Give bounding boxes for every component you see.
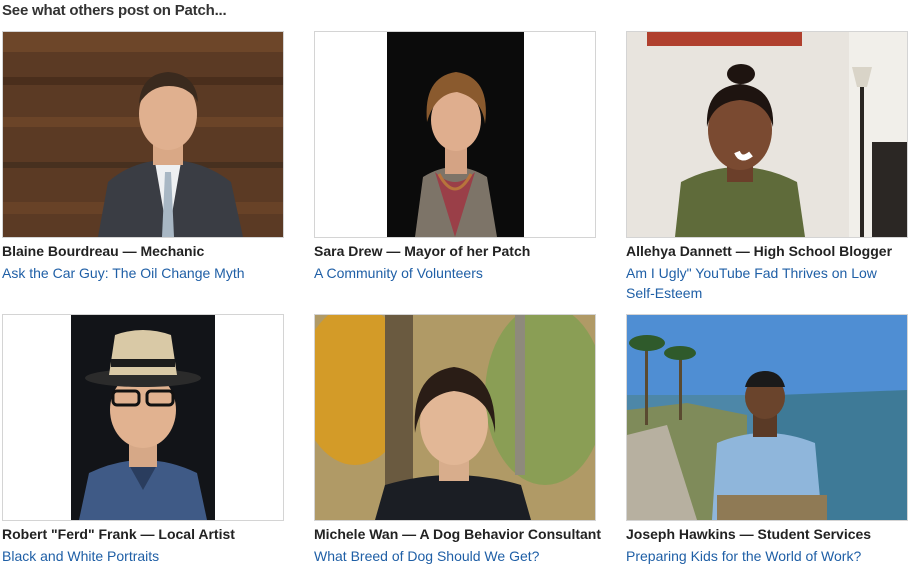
- smiling-girl-photo[interactable]: [627, 32, 907, 237]
- author-caption: Blaine Bourdreau — Mechanic: [2, 243, 205, 259]
- photo-frame[interactable]: [626, 31, 908, 238]
- section-heading: See what others post on Patch...: [2, 2, 227, 19]
- post-link[interactable]: Am I Ugly" YouTube Fad Thrives on Low Se…: [626, 263, 902, 303]
- post-link[interactable]: A Community of Volunteers: [314, 263, 590, 283]
- photo-frame[interactable]: [2, 314, 284, 521]
- man-in-suit-photo[interactable]: [3, 32, 283, 237]
- author-caption: Robert "Ferd" Frank — Local Artist: [2, 526, 235, 542]
- author-caption: Allehya Dannett — High School Blogger: [626, 243, 893, 259]
- author-caption: Michele Wan — A Dog Behavior Consultant: [314, 526, 602, 542]
- photo-frame[interactable]: [626, 314, 908, 521]
- post-link[interactable]: Preparing Kids for the World of Work?: [626, 546, 902, 566]
- photo-frame[interactable]: [2, 31, 284, 238]
- woman-black-background-photo[interactable]: [387, 32, 524, 237]
- author-caption: Joseph Hawkins — Student Services: [626, 526, 872, 542]
- post-link[interactable]: What Breed of Dog Should We Get?: [314, 546, 590, 566]
- author-caption: Sara Drew — Mayor of her Patch: [314, 243, 531, 259]
- woman-autumn-trees-photo[interactable]: [315, 315, 595, 520]
- photo-frame[interactable]: [314, 314, 596, 521]
- post-link[interactable]: Black and White Portraits: [2, 546, 278, 566]
- man-in-fedora-photo[interactable]: [71, 315, 215, 520]
- photo-frame[interactable]: [314, 31, 596, 238]
- post-link[interactable]: Ask the Car Guy: The Oil Change Myth: [2, 263, 278, 283]
- man-by-seaside-photo[interactable]: [627, 315, 907, 520]
